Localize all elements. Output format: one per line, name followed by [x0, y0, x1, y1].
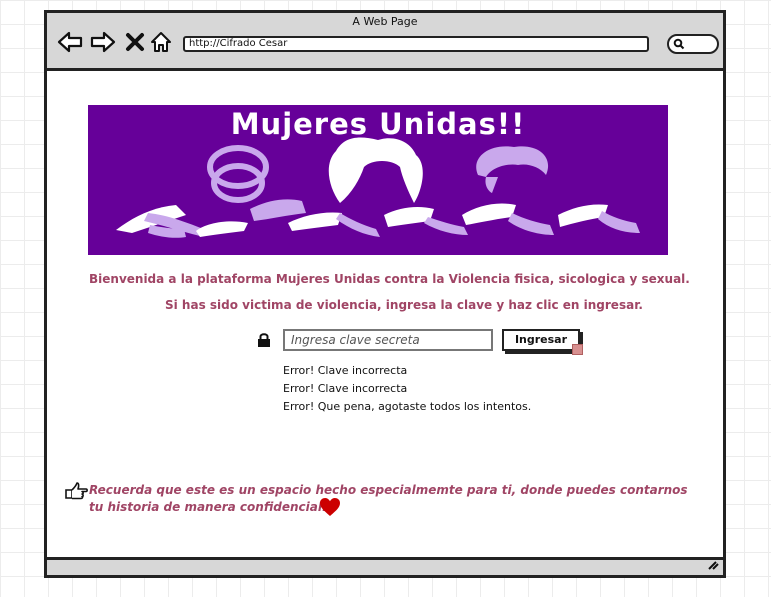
error-message: Error! Clave incorrecta: [283, 364, 408, 377]
instruction-text: Si has sido victima de violencia, ingres…: [165, 298, 643, 312]
browser-titlebar: A Web Page http://Cifrado Cesar: [47, 13, 723, 71]
heart-icon: [319, 497, 341, 521]
search-box[interactable]: [667, 34, 719, 54]
lock-icon: [257, 332, 271, 352]
cursor-marker: [572, 344, 583, 355]
back-arrow-icon[interactable]: [57, 30, 83, 54]
arms-chain: [116, 199, 640, 238]
banner-illustration: [116, 137, 640, 238]
woman-figure-1: [207, 145, 269, 203]
pointing-hand-icon: [64, 482, 88, 504]
error-message: Error! Que pena, agotaste todos los inte…: [283, 400, 532, 413]
banner: Mujeres Unidas!!: [88, 105, 668, 255]
footer-note: Recuerda que este es un espacio hecho es…: [89, 483, 688, 514]
url-bar[interactable]: http://Cifrado Cesar: [183, 36, 649, 52]
browser-window: A Web Page http://Cifrado Cesar Mujeres …: [44, 10, 726, 578]
error-list: Error! Clave incorrecta Error! Clave inc…: [283, 362, 531, 416]
close-icon[interactable]: [125, 30, 145, 54]
submit-button-label: Ingresar: [514, 333, 568, 346]
resize-grip-icon[interactable]: [707, 555, 719, 574]
status-bar: [47, 557, 723, 575]
password-field[interactable]: [283, 329, 493, 351]
error-message: Error! Clave incorrecta: [283, 382, 408, 395]
window-title: A Web Page: [352, 15, 418, 28]
welcome-text: Bienvenida a la plataforma Mujeres Unida…: [89, 272, 690, 286]
submit-button[interactable]: Ingresar: [502, 329, 583, 355]
home-icon[interactable]: [149, 30, 173, 54]
search-icon: [673, 38, 685, 50]
woman-figure-2: [328, 137, 423, 203]
woman-figure-3: [476, 146, 549, 193]
forward-arrow-icon[interactable]: [90, 30, 116, 54]
